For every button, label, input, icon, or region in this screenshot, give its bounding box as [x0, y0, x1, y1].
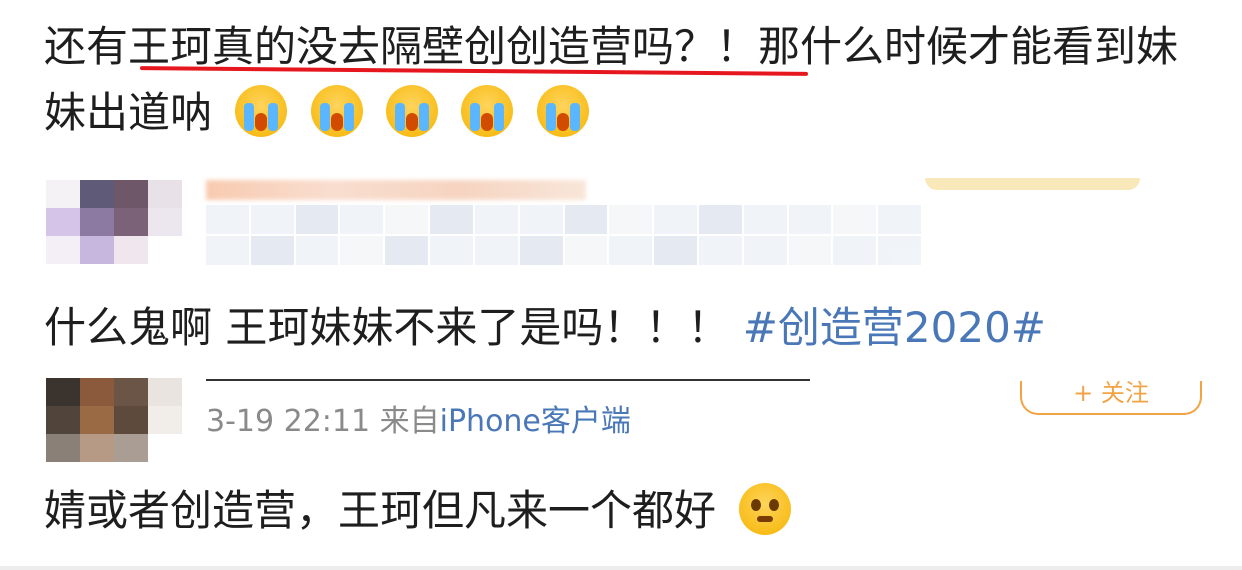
post-meta: 3-19 22:11 来自iPhone客户端 [206, 400, 631, 444]
post-time: 3-19 22:11 [206, 404, 371, 439]
follow-button-label: + 关注 [1073, 381, 1149, 407]
badge-blurred [925, 178, 1140, 190]
crying-face-emoji-4 [461, 85, 514, 137]
comment-third-text: 婧或者创造营，王珂但凡来一个都好 [44, 486, 717, 535]
follow-button[interactable]: + 关注 [1020, 381, 1202, 415]
comment-second: 什么鬼啊 王珂妹妹不来了是吗！！！ #创造营2020# [44, 295, 1046, 361]
meta-blurred [206, 205, 921, 265]
bottom-divider [0, 566, 1242, 570]
avatar-blurred-2[interactable] [46, 378, 182, 462]
post-from: 来自 [379, 404, 440, 439]
crying-face-emoji-2 [310, 85, 363, 137]
pleading-face-emoji [739, 483, 792, 535]
divider-line [206, 379, 810, 381]
comment-third: 婧或者创造营，王珂但凡来一个都好 [44, 478, 792, 544]
hashtag-link[interactable]: #创造营2020# [743, 303, 1046, 352]
comment-first-text-wrap: 还有王珂真的没去隔壁创创造营吗？！那什么时候才能看到妹妹出道呐 [44, 14, 1194, 146]
avatar-blurred-1[interactable] [46, 180, 182, 264]
crying-face-emoji-5 [536, 85, 589, 137]
crying-face-emoji-3 [386, 85, 439, 137]
crying-face-emoji-1 [235, 85, 288, 137]
username-blurred[interactable] [206, 180, 586, 200]
post-client-link[interactable]: iPhone客户端 [440, 404, 631, 439]
comment-second-text: 什么鬼啊 王珂妹妹不来了是吗！！！ [44, 303, 730, 352]
comment-first-text: 还有王珂真的没去隔壁创创造营吗？！那什么时候才能看到妹妹出道呐 [44, 22, 1179, 137]
